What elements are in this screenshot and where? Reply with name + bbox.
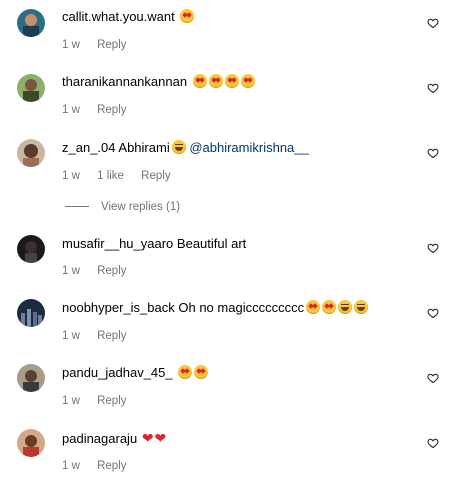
grinning-emoji-icon bbox=[354, 300, 369, 314]
reply-button[interactable]: Reply bbox=[141, 170, 170, 182]
avatar[interactable] bbox=[17, 235, 45, 263]
username[interactable]: pandu_jadhav_45_ bbox=[62, 365, 173, 380]
heart-icon[interactable] bbox=[427, 82, 439, 94]
comment-time: 1 w bbox=[62, 460, 80, 472]
divider bbox=[65, 206, 89, 208]
reply-button[interactable]: Reply bbox=[97, 39, 126, 51]
comment-text: Abhirami bbox=[118, 140, 170, 155]
heart-icon[interactable] bbox=[427, 307, 439, 319]
avatar[interactable] bbox=[17, 74, 45, 102]
comment-time: 1 w bbox=[62, 104, 80, 116]
avatar[interactable] bbox=[17, 429, 45, 457]
view-replies-button[interactable]: View replies (1) bbox=[65, 201, 180, 213]
heart-icon[interactable] bbox=[427, 17, 439, 29]
reply-button[interactable]: Reply bbox=[97, 460, 126, 472]
comment-text: Beautiful art bbox=[176, 236, 247, 251]
heart-eyes-emoji-icon bbox=[322, 300, 337, 314]
heart-eyes-emoji-icon bbox=[208, 74, 223, 88]
username[interactable]: z_an_.04 bbox=[62, 140, 116, 155]
username[interactable]: tharanikannankannan bbox=[62, 74, 187, 89]
username[interactable]: noobhyper_is_back bbox=[62, 300, 175, 315]
heart-icon[interactable] bbox=[427, 147, 439, 159]
comment-time: 1 w bbox=[62, 330, 80, 342]
username[interactable]: musafir__hu_yaaro bbox=[62, 236, 173, 251]
heart-icon[interactable] bbox=[427, 372, 439, 384]
heart-eyes-emoji-icon bbox=[194, 365, 209, 379]
reply-button[interactable]: Reply bbox=[97, 104, 126, 116]
reply-button[interactable]: Reply bbox=[97, 395, 126, 407]
heart-icon[interactable] bbox=[427, 437, 439, 449]
heart-eyes-emoji-icon bbox=[180, 9, 195, 23]
comment-time: 1 w bbox=[62, 39, 80, 51]
comment-time: 1 w bbox=[62, 265, 80, 277]
comment-time: 1 w bbox=[62, 395, 80, 407]
heart-eyes-emoji-icon bbox=[306, 300, 321, 314]
red-heart-emoji-icon: ❤ bbox=[141, 430, 154, 446]
comment-text: Oh no magiccccccccc bbox=[178, 300, 305, 315]
heart-eyes-emoji-icon bbox=[224, 74, 239, 88]
comment-time: 1 w bbox=[62, 170, 80, 182]
grinning-emoji-icon bbox=[171, 140, 186, 154]
mention-link[interactable]: @abhiramikrishna__ bbox=[189, 140, 308, 155]
heart-eyes-emoji-icon bbox=[178, 365, 193, 379]
avatar[interactable] bbox=[17, 364, 45, 392]
view-replies-label: View replies (1) bbox=[101, 201, 181, 213]
heart-eyes-emoji-icon bbox=[240, 74, 255, 88]
heart-icon[interactable] bbox=[427, 242, 439, 254]
username[interactable]: callit.what.you.want bbox=[62, 9, 175, 24]
red-heart-emoji-icon: ❤ bbox=[154, 430, 167, 446]
grinning-emoji-icon bbox=[338, 300, 353, 314]
heart-eyes-emoji-icon bbox=[192, 74, 207, 88]
like-count[interactable]: 1 like bbox=[97, 170, 124, 182]
reply-button[interactable]: Reply bbox=[97, 330, 126, 342]
avatar[interactable] bbox=[17, 139, 45, 167]
username[interactable]: padinagaraju bbox=[62, 431, 137, 446]
avatar[interactable] bbox=[17, 299, 45, 327]
avatar[interactable] bbox=[17, 9, 45, 37]
reply-button[interactable]: Reply bbox=[97, 265, 126, 277]
